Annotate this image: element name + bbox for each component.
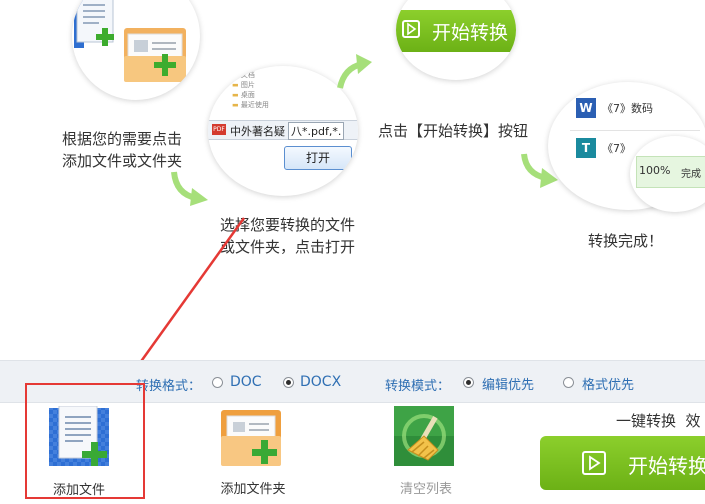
dialog-open-label: 打开 xyxy=(305,151,330,165)
add-file-icon xyxy=(49,405,111,468)
folder-icon: ▬ xyxy=(232,101,239,109)
folder-item: 文档 xyxy=(240,71,255,79)
mode-radio-format[interactable] xyxy=(563,377,574,388)
play-icon xyxy=(582,451,606,475)
file1-name: 《7》数码 xyxy=(602,102,653,115)
txt-icon: T xyxy=(576,138,596,158)
step1-illustration xyxy=(72,0,200,100)
format-option-doc[interactable]: DOC xyxy=(230,374,262,390)
dialog-open-button[interactable]: 打开 xyxy=(284,146,352,170)
add-folder-label: 添加文件夹 xyxy=(220,482,286,497)
pdf-icon: PDF xyxy=(212,124,226,135)
status-text: 完成 xyxy=(681,169,701,180)
format-label: 转换格式： xyxy=(136,379,202,394)
one-click-text: 一键转换 效 xyxy=(616,412,701,430)
add-file-icon xyxy=(74,0,118,48)
folder-item: 桌面 xyxy=(240,91,255,99)
mode-radio-edit[interactable] xyxy=(463,377,474,388)
play-icon xyxy=(402,20,420,38)
progress-bar: 100% 完成 xyxy=(636,156,705,188)
step3-illustration: 开始转换 xyxy=(396,0,516,80)
add-file-label: 添加文件 xyxy=(52,483,105,498)
mode-option-format[interactable]: 格式优先 xyxy=(582,374,634,393)
folder-item: 图片 xyxy=(240,81,255,89)
format-radio-doc[interactable] xyxy=(212,377,223,388)
dialog-filename: 中外著名疑 xyxy=(230,125,285,138)
step3-start-button: 开始转换 xyxy=(396,10,516,52)
green-curved-arrow-icon xyxy=(170,168,210,212)
red-pointer-arrow xyxy=(124,217,246,382)
folder-icon: ▬ xyxy=(232,71,239,79)
progress-text: 100% xyxy=(639,164,671,177)
step4-text: 转换完成！ xyxy=(588,232,664,250)
word-file-row: W 《7》数码 xyxy=(570,94,700,122)
add-folder-button[interactable]: 添加文件夹 xyxy=(205,400,301,500)
start-convert-button[interactable]: 开始转换 xyxy=(540,436,705,490)
folder-icon: ▬ xyxy=(232,91,239,99)
step3-text: 点击【开始转换】按钮 xyxy=(378,122,529,140)
broom-icon xyxy=(394,406,456,468)
word-icon: W xyxy=(576,98,596,118)
add-file-button[interactable]: 添加文件 xyxy=(25,383,145,499)
mode-label: 转换模式： xyxy=(385,379,451,394)
file2-name: 《7》 xyxy=(602,142,631,155)
step1-line1: 根据您的需要点击 xyxy=(62,130,183,148)
add-folder-icon xyxy=(124,24,188,84)
step1-text: 根据您的需要点击 添加文件或文件夹 xyxy=(62,128,202,172)
format-option-docx[interactable]: DOCX xyxy=(300,374,341,390)
folder-item: 最近使用 xyxy=(240,101,269,109)
mode-option-edit[interactable]: 编辑优先 xyxy=(482,374,534,393)
clear-list-button[interactable]: 清空列表 xyxy=(378,400,474,500)
format-radio-docx[interactable] xyxy=(283,377,294,388)
dialog-filter: 八*.pdf,*. xyxy=(288,122,345,140)
folder-icon: ▬ xyxy=(232,81,239,89)
step3-button-label: 开始转换 xyxy=(432,22,509,44)
green-curved-arrow-icon xyxy=(334,52,374,96)
add-folder-icon xyxy=(221,406,283,468)
dialog-filename-row: PDF 中外著名疑 八*.pdf,*. xyxy=(208,120,358,140)
clear-list-label: 清空列表 xyxy=(399,482,452,497)
start-button-label: 开始转换 xyxy=(628,454,705,478)
dialog-folder-list: ▬ 文档 ▬ 图片 ▬ 桌面 ▬ 最近使用 xyxy=(232,70,312,110)
